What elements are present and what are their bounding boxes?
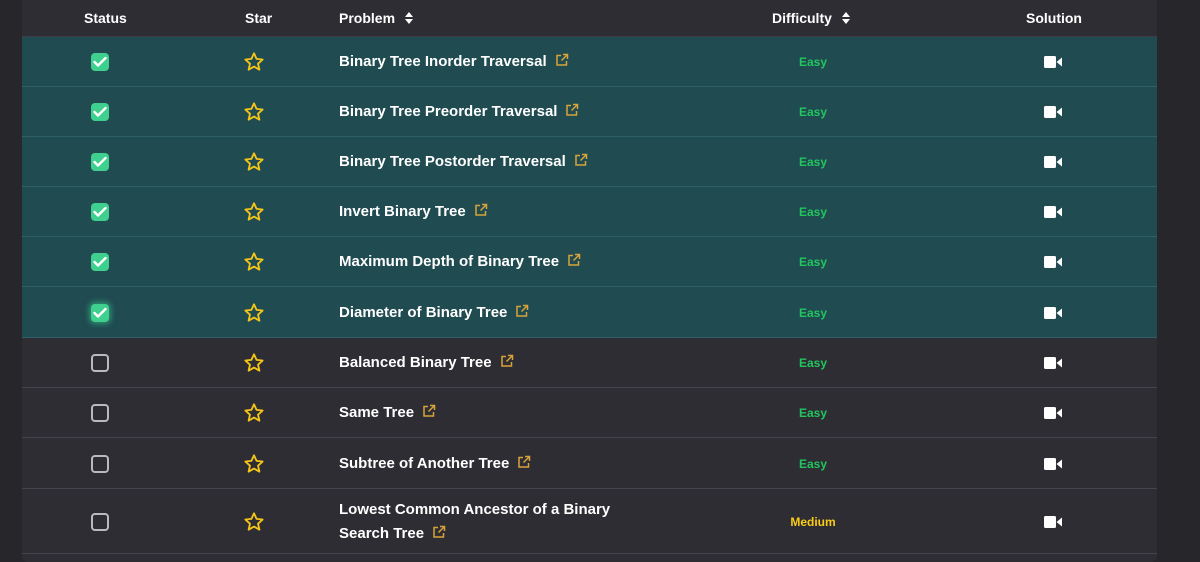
header-difficulty[interactable]: Difficulty: [772, 0, 850, 36]
table-row: Invert Binary Tree Easy: [22, 187, 1157, 237]
difficulty-badge: Easy: [798, 155, 828, 169]
star-icon[interactable]: [243, 51, 265, 73]
table-row: Binary Tree Inorder Traversal Easy: [22, 37, 1157, 87]
star-icon[interactable]: [243, 352, 265, 374]
status-checkbox[interactable]: [91, 53, 109, 71]
header-problem-label: Problem: [339, 10, 396, 26]
status-checkbox[interactable]: [91, 404, 109, 422]
difficulty-badge: Easy: [798, 205, 828, 219]
header-status: Status: [84, 10, 127, 26]
video-icon[interactable]: [1044, 156, 1062, 168]
star-icon[interactable]: [243, 101, 265, 123]
star-icon[interactable]: [243, 251, 265, 273]
check-icon: [93, 307, 107, 318]
video-icon[interactable]: [1044, 458, 1062, 470]
difficulty-badge: Easy: [798, 105, 828, 119]
problem-link[interactable]: Balanced Binary Tree: [339, 351, 669, 375]
video-icon[interactable]: [1044, 106, 1062, 118]
table-row: Subtree of Another Tree Easy: [22, 438, 1157, 489]
external-link-icon[interactable]: [517, 455, 531, 469]
table-row: Diameter of Binary Tree Easy: [22, 287, 1157, 338]
external-link-icon[interactable]: [432, 525, 446, 539]
problem-title: Balanced Binary Tree: [339, 354, 492, 371]
difficulty-badge: Easy: [798, 457, 828, 471]
video-icon[interactable]: [1044, 256, 1062, 268]
star-icon[interactable]: [243, 151, 265, 173]
star-icon[interactable]: [243, 511, 265, 533]
table-header: Status Star Problem Difficulty Solution: [22, 0, 1157, 37]
table-row: Lowest Common Ancestor of a Binary Searc…: [22, 489, 1157, 554]
problem-title: Maximum Depth of Binary Tree: [339, 253, 560, 270]
problems-table: Status Star Problem Difficulty Solution …: [22, 0, 1157, 562]
problem-link[interactable]: Lowest Common Ancestor of a Binary Searc…: [339, 498, 649, 546]
header-solution: Solution: [1026, 10, 1082, 26]
problem-link[interactable]: Maximum Depth of Binary Tree: [339, 250, 669, 274]
problem-title: Binary Tree Postorder Traversal: [339, 153, 566, 170]
header-difficulty-label: Difficulty: [772, 10, 832, 26]
check-icon: [93, 156, 107, 167]
problem-link[interactable]: Binary Tree Inorder Traversal: [339, 50, 669, 74]
difficulty-badge: Easy: [798, 55, 828, 69]
difficulty-badge: Easy: [798, 255, 828, 269]
check-icon: [93, 56, 107, 67]
difficulty-badge: Easy: [798, 406, 828, 420]
status-checkbox[interactable]: [91, 304, 109, 322]
external-link-icon[interactable]: [567, 253, 581, 267]
problem-link[interactable]: Diameter of Binary Tree: [339, 301, 669, 325]
sort-icon[interactable]: [405, 12, 414, 24]
problem-title: Diameter of Binary Tree: [339, 304, 508, 321]
status-checkbox[interactable]: [91, 455, 109, 473]
check-icon: [93, 206, 107, 217]
problem-link[interactable]: Invert Binary Tree: [339, 200, 669, 224]
table-row: Binary Tree Preorder Traversal Easy: [22, 87, 1157, 137]
status-checkbox[interactable]: [91, 253, 109, 271]
status-checkbox[interactable]: [91, 513, 109, 531]
external-link-icon[interactable]: [555, 53, 569, 67]
star-icon[interactable]: [243, 402, 265, 424]
problem-link[interactable]: Same Tree: [339, 401, 669, 425]
difficulty-badge: Easy: [798, 356, 828, 370]
external-link-icon[interactable]: [574, 153, 588, 167]
external-link-icon[interactable]: [565, 103, 579, 117]
status-checkbox[interactable]: [91, 203, 109, 221]
external-link-icon[interactable]: [500, 354, 514, 368]
table-row: Maximum Depth of Binary Tree Easy: [22, 237, 1157, 287]
table-row: Binary Tree Postorder Traversal Easy: [22, 137, 1157, 187]
problem-title: Binary Tree Inorder Traversal: [339, 53, 547, 70]
table-row: Same Tree Easy: [22, 388, 1157, 438]
problem-title: Invert Binary Tree: [339, 203, 466, 220]
header-problem[interactable]: Problem: [339, 0, 414, 36]
status-checkbox[interactable]: [91, 103, 109, 121]
difficulty-badge: Easy: [798, 306, 828, 320]
video-icon[interactable]: [1044, 516, 1062, 528]
table-row: Balanced Binary Tree Easy: [22, 338, 1157, 388]
problem-link[interactable]: Binary Tree Postorder Traversal: [339, 150, 699, 174]
problem-title: Same Tree: [339, 404, 415, 421]
video-icon[interactable]: [1044, 407, 1062, 419]
star-icon[interactable]: [243, 201, 265, 223]
problem-link[interactable]: Subtree of Another Tree: [339, 452, 669, 476]
star-icon[interactable]: [243, 453, 265, 475]
status-checkbox[interactable]: [91, 354, 109, 372]
difficulty-badge: Medium: [790, 515, 836, 529]
problem-title: Subtree of Another Tree: [339, 455, 510, 472]
video-icon[interactable]: [1044, 307, 1062, 319]
status-checkbox[interactable]: [91, 153, 109, 171]
problem-link[interactable]: Binary Tree Preorder Traversal: [339, 100, 669, 124]
check-icon: [93, 106, 107, 117]
star-icon[interactable]: [243, 302, 265, 324]
external-link-icon[interactable]: [474, 203, 488, 217]
problem-title: Binary Tree Preorder Traversal: [339, 103, 558, 120]
video-icon[interactable]: [1044, 56, 1062, 68]
video-icon[interactable]: [1044, 206, 1062, 218]
external-link-icon[interactable]: [422, 404, 436, 418]
video-icon[interactable]: [1044, 357, 1062, 369]
problem-title: Lowest Common Ancestor of a Binary Searc…: [339, 501, 611, 542]
header-star: Star: [245, 10, 273, 26]
external-link-icon[interactable]: [515, 304, 529, 318]
sort-icon[interactable]: [841, 12, 850, 24]
check-icon: [93, 256, 107, 267]
